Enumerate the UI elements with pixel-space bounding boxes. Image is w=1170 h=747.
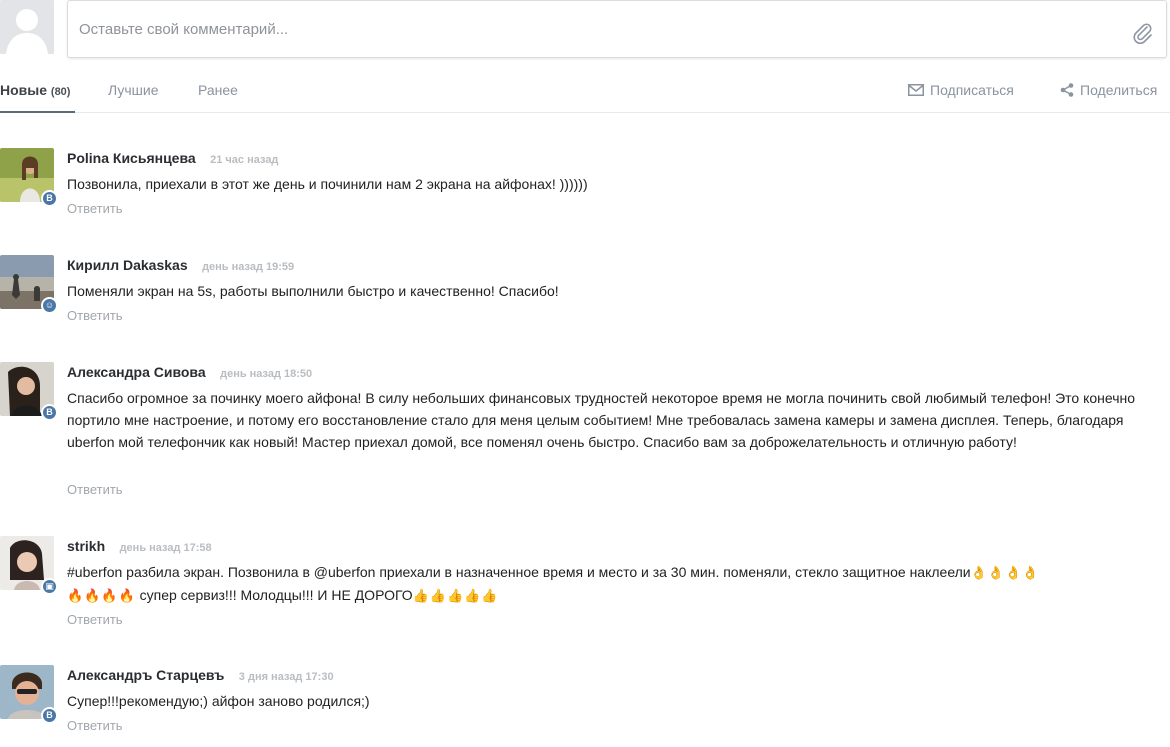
comment-text: Поменяли экран на 5s, работы выполнили б… (67, 283, 559, 299)
current-user-avatar (0, 0, 54, 54)
comment-author[interactable]: Александра Сивова (67, 364, 206, 380)
smile-badge: ☺ (41, 297, 58, 314)
comment-item: ▣ strikh день назад 17:58 #uberfon разби… (0, 536, 1170, 632)
comment-composer (67, 0, 1167, 58)
share-button[interactable]: Поделиться (1060, 82, 1157, 98)
comment-time: день назад 19:59 (202, 261, 295, 273)
comment-item: ☺ Кирилл Dakaskas день назад 19:59 Помен… (0, 255, 1170, 335)
comment-author[interactable]: strikh (67, 538, 105, 554)
reply-button[interactable]: Ответить (67, 718, 123, 733)
comment-item: В Polina Кисьянцева 21 час назад Позвони… (0, 148, 1170, 228)
tab-earlier[interactable]: Ранее (198, 82, 238, 111)
share-icon (1060, 83, 1074, 97)
tab-new-count: (80) (50, 86, 71, 98)
vk-badge: В (41, 404, 58, 421)
comment-author[interactable]: Александръ Старцевъ (67, 667, 224, 683)
reply-button[interactable]: Ответить (67, 612, 123, 627)
comment-item: В Александръ Старцевъ 3 дня назад 17:30 … (0, 665, 1170, 747)
ok-hand-emoji: 👌👌👌👌 (970, 565, 1040, 580)
comment-text-part1: #uberfon разбила экран. Позвонила в @ube… (67, 564, 971, 580)
comment-time: 21 час назад (210, 154, 279, 166)
comment-author[interactable]: Polina Кисьянцева (67, 150, 196, 166)
tab-best[interactable]: Лучшие (108, 82, 158, 111)
comment-time: день назад 17:58 (119, 542, 212, 554)
reply-button[interactable]: Ответить (67, 482, 123, 497)
share-label: Поделиться (1080, 82, 1158, 98)
comment-tabs: Новые (80) Лучшие Ранее Подписаться Поде… (0, 72, 1170, 113)
comment-time: день назад 18:50 (220, 368, 313, 380)
tab-new[interactable]: Новые (80) (0, 82, 75, 113)
subscribe-label: Подписаться (930, 82, 1014, 98)
comment-text: #uberfon разбила экран. Позвонила в @ube… (67, 561, 1167, 607)
comment-input[interactable] (68, 1, 1166, 57)
camera-badge: ▣ (41, 578, 58, 595)
comment-time: 3 дня назад 17:30 (238, 671, 334, 683)
comment-text: Спасибо огромное за починку моего айфона… (67, 390, 1136, 450)
reply-button[interactable]: Ответить (67, 308, 123, 323)
comment-author[interactable]: Кирилл Dakaskas (67, 257, 188, 273)
tab-new-label: Новые (0, 82, 48, 98)
comment-item: В Александра Сивова день назад 18:50 Спа… (0, 362, 1170, 502)
reply-button[interactable]: Ответить (67, 201, 123, 216)
paperclip-icon[interactable] (1132, 22, 1154, 46)
thumbs-up-emoji: 👍👍👍👍👍 (412, 588, 499, 603)
comment-text: Позвонила, приехали в этот же день и поч… (67, 176, 588, 192)
vk-badge: В (41, 190, 58, 207)
subscribe-button[interactable]: Подписаться (908, 82, 1014, 98)
vk-badge: В (41, 707, 58, 724)
comment-text-part2: супер сервиз!!! Молодцы!!! И НЕ ДОРОГО (135, 587, 413, 603)
comment-text: Супер!!!рекомендую;) айфон заново родилс… (67, 693, 370, 709)
envelope-icon (908, 84, 924, 96)
fire-emoji: 🔥🔥🔥🔥 (67, 588, 136, 603)
